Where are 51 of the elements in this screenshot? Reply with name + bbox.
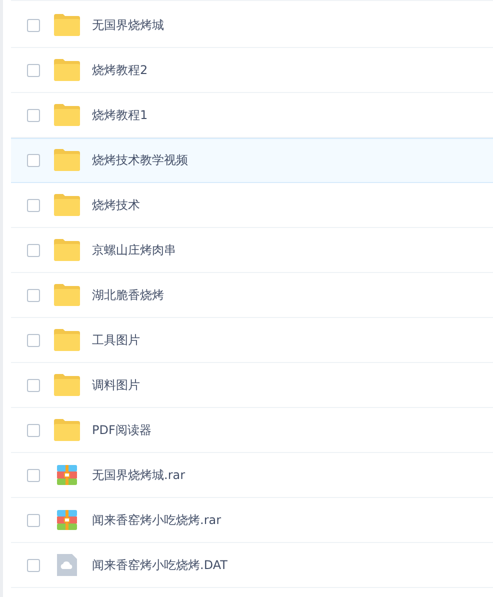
file-name[interactable]: 烧烤教程1 <box>92 106 148 124</box>
folder-icon <box>54 59 80 81</box>
file-name[interactable]: 调料图片 <box>92 376 140 394</box>
file-row[interactable]: 京螺山庄烤肉串 <box>11 228 493 273</box>
file-row[interactable]: 闻来香窑烤小吃烧烤.DAT <box>11 543 493 588</box>
cloud-file-icon <box>54 554 80 576</box>
file-row[interactable]: 闻来香窑烤小吃烧烤.rar <box>11 498 493 543</box>
folder-icon <box>54 149 80 171</box>
file-row[interactable]: 烧烤技术教学视频 <box>11 138 493 183</box>
file-name[interactable]: 闻来香窑烤小吃烧烤.rar <box>92 512 222 528</box>
folder-icon <box>54 104 80 126</box>
archive-icon <box>54 509 80 531</box>
file-row[interactable]: PDF阅读器 <box>11 408 493 453</box>
file-name[interactable]: 京螺山庄烤肉串 <box>92 242 176 258</box>
checkbox[interactable] <box>27 198 40 212</box>
file-name[interactable]: 无国界烧烤城 <box>92 16 164 34</box>
file-name[interactable]: 无国界烧烤城.rar <box>92 466 186 484</box>
file-row[interactable]: 调料图片 <box>11 363 493 408</box>
file-row[interactable]: 烧烤教程2 <box>11 48 493 93</box>
file-name[interactable]: 烧烤技术教学视频 <box>92 152 188 168</box>
checkbox[interactable] <box>27 334 40 346</box>
folder-icon <box>54 374 80 396</box>
folder-icon <box>54 239 80 261</box>
file-name[interactable]: 湖北脆香烧烤 <box>92 286 164 304</box>
folder-icon <box>54 194 80 216</box>
checkbox[interactable] <box>27 154 40 166</box>
checkbox[interactable] <box>27 18 40 32</box>
file-row[interactable]: 工具图片 <box>11 318 493 363</box>
file-name[interactable]: 工具图片 <box>92 332 140 348</box>
checkbox[interactable] <box>27 108 40 122</box>
checkbox[interactable] <box>27 424 40 436</box>
checkbox[interactable] <box>27 558 40 572</box>
archive-icon <box>54 464 80 486</box>
file-row[interactable]: 无国界烧烤城 <box>11 3 493 48</box>
checkbox[interactable] <box>27 514 40 526</box>
file-name[interactable]: 闻来香窑烤小吃烧烤.DAT <box>92 556 228 574</box>
file-name[interactable]: 烧烤技术 <box>92 196 140 214</box>
folder-icon <box>54 419 80 441</box>
checkbox[interactable] <box>27 288 40 302</box>
file-row[interactable]: 烧烤技术 <box>11 183 493 228</box>
file-row[interactable]: 无国界烧烤城.rar <box>11 453 493 498</box>
checkbox[interactable] <box>27 468 40 482</box>
file-name[interactable]: PDF阅读器 <box>92 422 152 438</box>
folder-icon <box>54 284 80 306</box>
checkbox[interactable] <box>27 378 40 392</box>
file-name[interactable]: 烧烤教程2 <box>92 62 148 78</box>
checkbox[interactable] <box>27 64 40 76</box>
folder-icon <box>54 329 80 351</box>
folder-icon <box>54 14 80 36</box>
file-row[interactable]: 湖北脆香烧烤 <box>11 273 493 318</box>
checkbox[interactable] <box>27 244 40 256</box>
